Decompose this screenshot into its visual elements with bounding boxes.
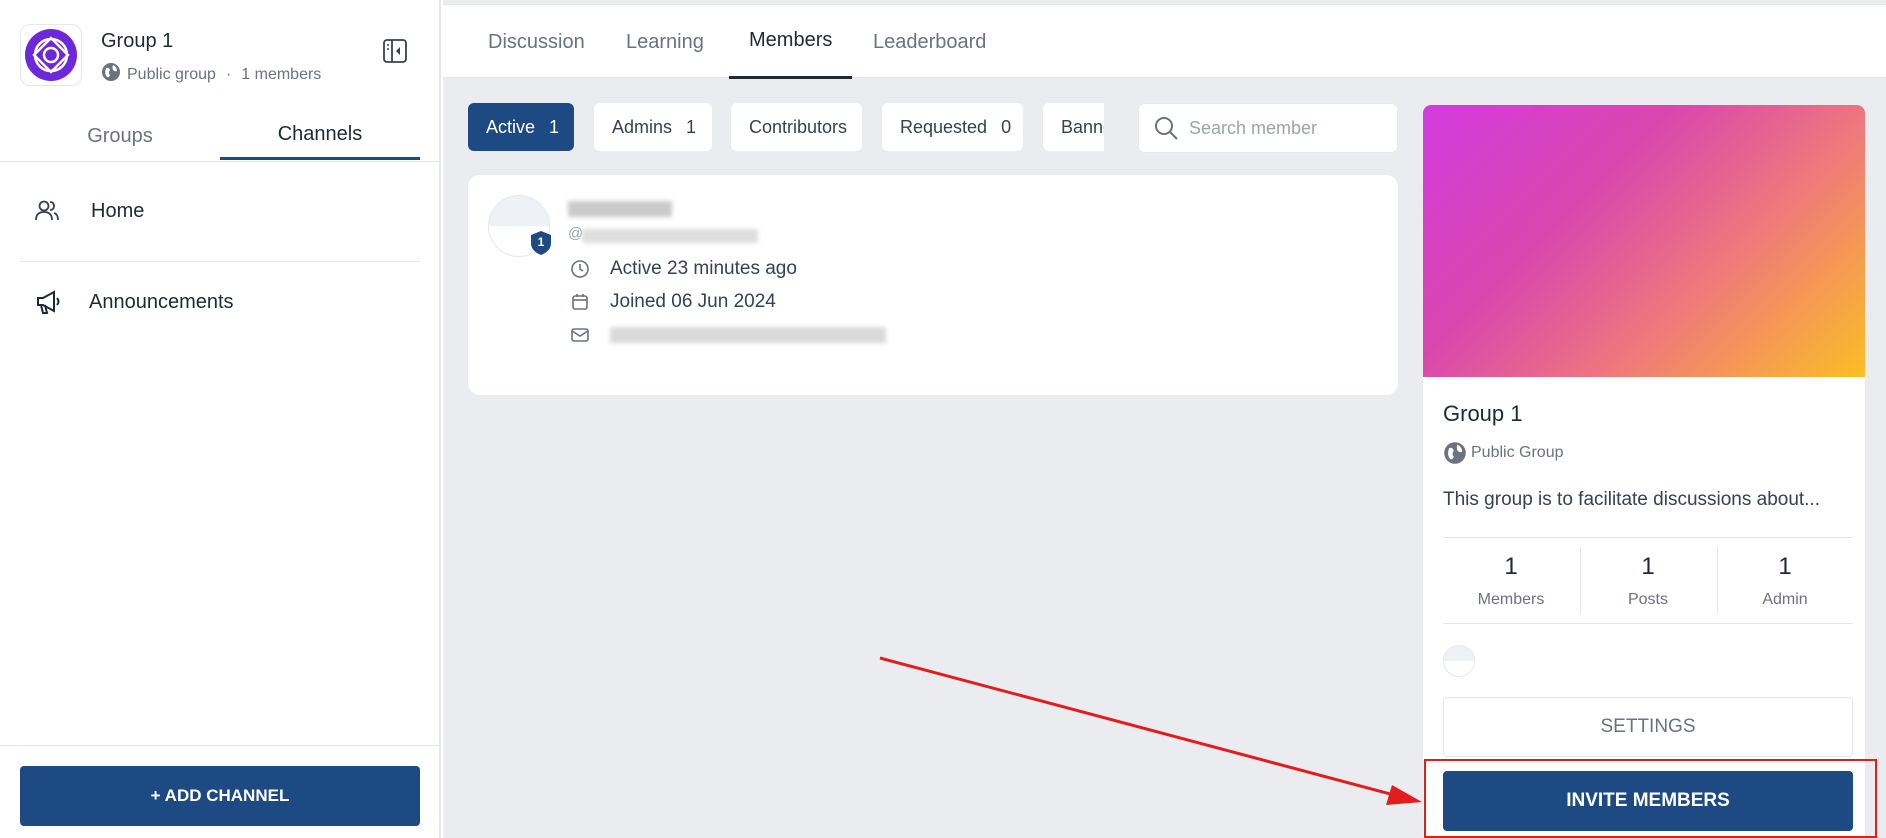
tab-leaderboard[interactable]: Leaderboard — [853, 5, 1006, 79]
sidebar-divider — [20, 261, 420, 262]
chip-count: 0 — [1001, 116, 1012, 137]
member-card[interactable]: 1 @ Active 23 minutes ago Joined 06 Jun … — [468, 175, 1398, 395]
tab-members[interactable]: Members — [729, 5, 853, 79]
invite-members-button[interactable]: INVITE MEMBERS — [1443, 771, 1853, 831]
panel-group-type: Public Group — [1443, 441, 1564, 465]
panel-description: This group is to facilitate discussions … — [1443, 489, 1821, 510]
stat-members: 1 Members — [1443, 553, 1579, 615]
admin-shield-badge: 1 — [530, 230, 552, 256]
sidebar-tabs: Groups Channels — [0, 112, 441, 162]
search-member-input[interactable] — [1189, 117, 1389, 139]
panel-group-title: Group 1 — [1443, 401, 1523, 426]
filter-contributors[interactable]: Contributors — [731, 103, 862, 151]
group-header: Group 1 Public group · 1 members — [20, 22, 420, 92]
chip-label: Admins — [612, 116, 673, 137]
stat-value: 1 — [1504, 553, 1518, 580]
member-search — [1138, 103, 1398, 153]
member-joined: Joined 06 Jun 2024 — [568, 288, 776, 316]
group-member-count: 1 members — [241, 65, 322, 83]
sidebar-collapse-icon — [383, 39, 407, 63]
tab-discussion[interactable]: Discussion — [468, 5, 605, 79]
group-cover-image — [1423, 105, 1865, 377]
stat-admin: 1 Admin — [1717, 553, 1853, 615]
stat-posts: 1 Posts — [1580, 553, 1716, 615]
stat-value: 1 — [1641, 553, 1655, 580]
meta-separator: · — [225, 65, 232, 83]
chip-count: 1 — [549, 116, 560, 137]
globe-icon — [1443, 441, 1467, 465]
tab-learning[interactable]: Learning — [606, 5, 724, 79]
group-name: Group 1 — [101, 30, 174, 52]
member-handle-redacted — [582, 229, 758, 243]
badge-number: 1 — [537, 235, 545, 249]
stat-label: Admin — [1762, 591, 1808, 608]
tab-channels[interactable]: Channels — [220, 112, 420, 160]
group-type: Public group — [127, 65, 216, 83]
member-handle-prefix: @ — [568, 225, 584, 242]
member-email — [568, 321, 886, 349]
joined-text: Joined 06 Jun 2024 — [610, 291, 776, 312]
member-name-redacted[interactable] — [568, 201, 672, 217]
add-channel-button[interactable]: + ADD CHANNEL — [20, 766, 420, 826]
group-info-panel: Group 1 Public Group This group is to fa… — [1423, 105, 1865, 838]
top-navigation: Discussion Learning Members Leaderboard — [443, 4, 1886, 79]
tab-groups[interactable]: Groups — [20, 112, 220, 160]
panel-divider — [1443, 623, 1853, 624]
filter-banned[interactable]: Banned — [1043, 103, 1104, 151]
chip-label: Contributors — [749, 116, 848, 137]
sidebar-footer-divider — [0, 745, 441, 746]
globe-icon — [101, 62, 121, 87]
mail-icon — [568, 323, 592, 347]
filter-requested[interactable]: Requested 0 — [882, 103, 1023, 151]
search-icon — [1153, 115, 1179, 141]
stat-label: Members — [1477, 591, 1545, 608]
filter-admins[interactable]: Admins 1 — [594, 103, 712, 151]
member-mini-avatar[interactable] — [1443, 645, 1475, 677]
calendar-icon — [568, 290, 592, 314]
sidebar: Group 1 Public group · 1 members Groups … — [0, 0, 441, 838]
stat-label: Posts — [1627, 591, 1668, 608]
sidebar-item-label: Home — [91, 199, 145, 222]
chip-label: Active — [486, 116, 536, 137]
group-meta: Public group · 1 members — [101, 62, 321, 87]
users-icon — [34, 198, 64, 224]
filter-active[interactable]: Active 1 — [468, 103, 574, 151]
megaphone-icon — [34, 287, 64, 317]
sidebar-item-home[interactable]: Home — [20, 181, 420, 241]
sidebar-item-announcements[interactable]: Announcements — [20, 272, 420, 332]
settings-button[interactable]: SETTINGS — [1443, 697, 1853, 757]
chip-count: 1 — [686, 116, 697, 137]
chip-label: Banned — [1061, 116, 1104, 137]
sidebar-item-label: Announcements — [89, 290, 234, 313]
clock-icon — [568, 257, 592, 281]
panel-type-label: Public Group — [1471, 444, 1564, 461]
member-last-active: Active 23 minutes ago — [568, 255, 797, 283]
stat-value: 1 — [1778, 553, 1792, 580]
panel-divider — [1443, 537, 1853, 538]
email-redacted — [610, 327, 886, 343]
last-active-text: Active 23 minutes ago — [610, 258, 797, 279]
chip-label: Requested — [900, 116, 988, 137]
main-content: Discussion Learning Members Leaderboard … — [443, 0, 1886, 838]
collapse-sidebar-button[interactable] — [380, 36, 410, 66]
group-logo[interactable] — [20, 24, 82, 86]
